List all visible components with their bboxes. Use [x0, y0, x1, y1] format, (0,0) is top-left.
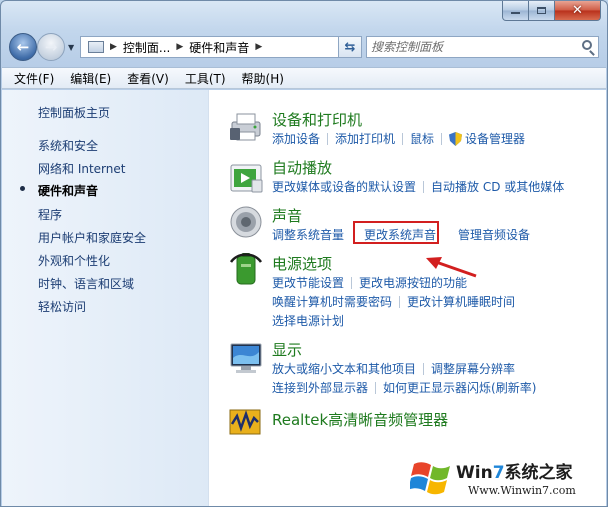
refresh-button[interactable]: ⇆: [338, 36, 362, 58]
category-title-display[interactable]: 显示: [272, 339, 302, 360]
search-icon[interactable]: [582, 40, 592, 50]
category-title-power[interactable]: 电源选项: [272, 253, 332, 274]
autoplay-icon: [230, 164, 263, 193]
navigation-bar: ← → ▼ ▶ 控制面... ▶ 硬件和声音 ▶ ▼ ⇆: [9, 33, 599, 61]
link-change-power-saving[interactable]: 更改节能设置: [272, 274, 344, 291]
menu-view[interactable]: 查看(V): [127, 70, 169, 87]
search-box: [366, 36, 599, 58]
battery-icon: [229, 253, 263, 285]
devices-links: 添加设备 添加打印机 鼠标 设备管理器: [272, 130, 525, 147]
menu-bar: 文件(F) 编辑(E) 查看(V) 工具(T) 帮助(H): [2, 67, 606, 89]
watermark-brand: Win7系统之家: [456, 458, 573, 483]
realtek-icon: [229, 409, 261, 435]
forward-button[interactable]: →: [37, 33, 65, 61]
sidebar-item-system-security[interactable]: 系统和安全: [38, 137, 98, 154]
link-separator: [402, 132, 404, 145]
sidebar-item-ease-of-access[interactable]: 轻松访问: [38, 298, 86, 315]
display-links-row2: 连接到外部显示器 如何更正显示器闪烁(刷新率): [272, 379, 536, 396]
watermark-brand-seven: 7: [492, 463, 505, 483]
link-change-sleep-time[interactable]: 更改计算机睡眠时间: [407, 293, 515, 310]
active-bullet-icon: [20, 186, 25, 191]
forward-arrow-icon: →: [44, 38, 58, 56]
maximize-button[interactable]: [529, 1, 555, 21]
close-button[interactable]: ✕: [555, 1, 601, 21]
category-title-sound[interactable]: 声音: [272, 205, 302, 226]
menu-file[interactable]: 文件(F): [14, 70, 54, 87]
sidebar-item-user-accounts[interactable]: 用户帐户和家庭安全: [38, 229, 146, 246]
link-autoplay-cd[interactable]: 自动播放 CD 或其他媒体: [431, 178, 564, 195]
back-arrow-icon: ←: [16, 38, 30, 56]
watermark-url: Www.Winwin7.com: [468, 484, 576, 497]
recent-pages-dropdown[interactable]: ▼: [68, 43, 74, 52]
search-input[interactable]: [367, 38, 567, 56]
link-require-password-wake[interactable]: 唤醒计算机时需要密码: [272, 293, 392, 310]
maximize-icon: [537, 7, 546, 14]
watermark: Win7系统之家 Www.Winwin7.com: [406, 454, 604, 504]
display-links-row1: 放大或缩小文本和其他项目 调整屏幕分辨率: [272, 360, 515, 377]
link-screen-resolution[interactable]: 调整屏幕分辨率: [431, 360, 515, 377]
category-title-realtek[interactable]: Realtek高清晰音频管理器: [272, 409, 448, 430]
sidebar-item-appearance[interactable]: 外观和个性化: [38, 252, 110, 269]
link-separator: [351, 276, 353, 289]
power-links-row1: 更改节能设置 更改电源按钮的功能: [272, 274, 467, 291]
watermark-brand-prefix: Win: [456, 463, 493, 483]
windows-logo-icon: [410, 462, 450, 495]
sidebar-item-clock-language[interactable]: 时钟、语言和区域: [38, 275, 134, 292]
link-mouse[interactable]: 鼠标: [410, 130, 434, 147]
power-links-row2: 唤醒计算机时需要密码 更改计算机睡眠时间: [272, 293, 515, 310]
caption-buttons: ✕: [502, 1, 601, 21]
link-separator: [423, 180, 425, 193]
chevron-right-icon[interactable]: ▶: [176, 42, 183, 52]
watermark-brand-suffix: 系统之家: [504, 463, 573, 483]
sidebar-item-programs[interactable]: 程序: [38, 206, 62, 223]
link-change-media-defaults[interactable]: 更改媒体或设备的默认设置: [272, 178, 416, 195]
link-choose-power-plan[interactable]: 选择电源计划: [272, 312, 344, 329]
speaker-icon: [230, 206, 262, 238]
chevron-right-icon[interactable]: ▶: [110, 42, 117, 52]
navigation-pane: 控制面板主页 系统和安全 网络和 Internet 硬件和声音 程序 用户帐户和…: [2, 90, 209, 506]
autoplay-links: 更改媒体或设备的默认设置 自动播放 CD 或其他媒体: [272, 178, 564, 195]
power-links-row3: 选择电源计划: [272, 312, 344, 329]
close-icon: ✕: [572, 3, 583, 18]
breadcrumb-hardware-sound[interactable]: 硬件和声音: [189, 39, 249, 56]
printer-icon: [230, 113, 261, 141]
sidebar-item-network[interactable]: 网络和 Internet: [38, 160, 125, 177]
content-area: 控制面板主页 系统和安全 网络和 Internet 硬件和声音 程序 用户帐户和…: [2, 90, 606, 506]
control-panel-icon: [88, 41, 104, 53]
sidebar-item-home[interactable]: 控制面板主页: [38, 104, 110, 121]
link-refresh-rate[interactable]: 如何更正显示器闪烁(刷新率): [383, 379, 536, 396]
address-bar[interactable]: ▶ 控制面... ▶ 硬件和声音 ▶ ▼: [80, 36, 359, 58]
category-title-autoplay[interactable]: 自动播放: [272, 157, 332, 178]
link-separator: [399, 295, 401, 308]
link-separator: [375, 381, 377, 394]
link-text-size[interactable]: 放大或缩小文本和其他项目: [272, 360, 416, 377]
link-separator: [441, 132, 443, 145]
link-external-display[interactable]: 连接到外部显示器: [272, 379, 368, 396]
control-panel-window: ✕ ← → ▼ ▶ 控制面... ▶ 硬件和声音 ▶ ▼ ⇆ 文件(F) 编辑(…: [0, 0, 608, 507]
back-button[interactable]: ←: [9, 33, 37, 61]
minimize-button[interactable]: [502, 1, 529, 21]
link-separator: [423, 362, 425, 375]
link-separator: [327, 132, 329, 145]
chevron-right-icon[interactable]: ▶: [255, 42, 262, 52]
link-add-device[interactable]: 添加设备: [272, 130, 320, 147]
sidebar-item-hardware-sound[interactable]: 硬件和声音: [38, 182, 98, 199]
link-change-power-button[interactable]: 更改电源按钮的功能: [359, 274, 467, 291]
category-pane: 设备和打印机 添加设备 添加打印机 鼠标 设备管理器 自动播放 更改媒体或设备的…: [210, 90, 606, 506]
link-adjust-volume[interactable]: 调整系统音量: [272, 226, 344, 243]
monitor-icon: [230, 343, 262, 373]
link-device-manager[interactable]: 设备管理器: [465, 130, 525, 147]
minimize-icon: [511, 12, 520, 14]
shield-icon: [449, 131, 463, 146]
category-title-devices[interactable]: 设备和打印机: [272, 109, 362, 130]
highlight-annotation-box: [353, 221, 439, 244]
menu-help[interactable]: 帮助(H): [242, 70, 284, 87]
breadcrumb-control-panel[interactable]: 控制面...: [123, 39, 170, 56]
menu-edit[interactable]: 编辑(E): [70, 70, 111, 87]
link-manage-audio-devices[interactable]: 管理音频设备: [458, 226, 530, 243]
menu-tools[interactable]: 工具(T): [185, 70, 226, 87]
link-add-printer[interactable]: 添加打印机: [335, 130, 395, 147]
refresh-icon: ⇆: [344, 39, 356, 55]
